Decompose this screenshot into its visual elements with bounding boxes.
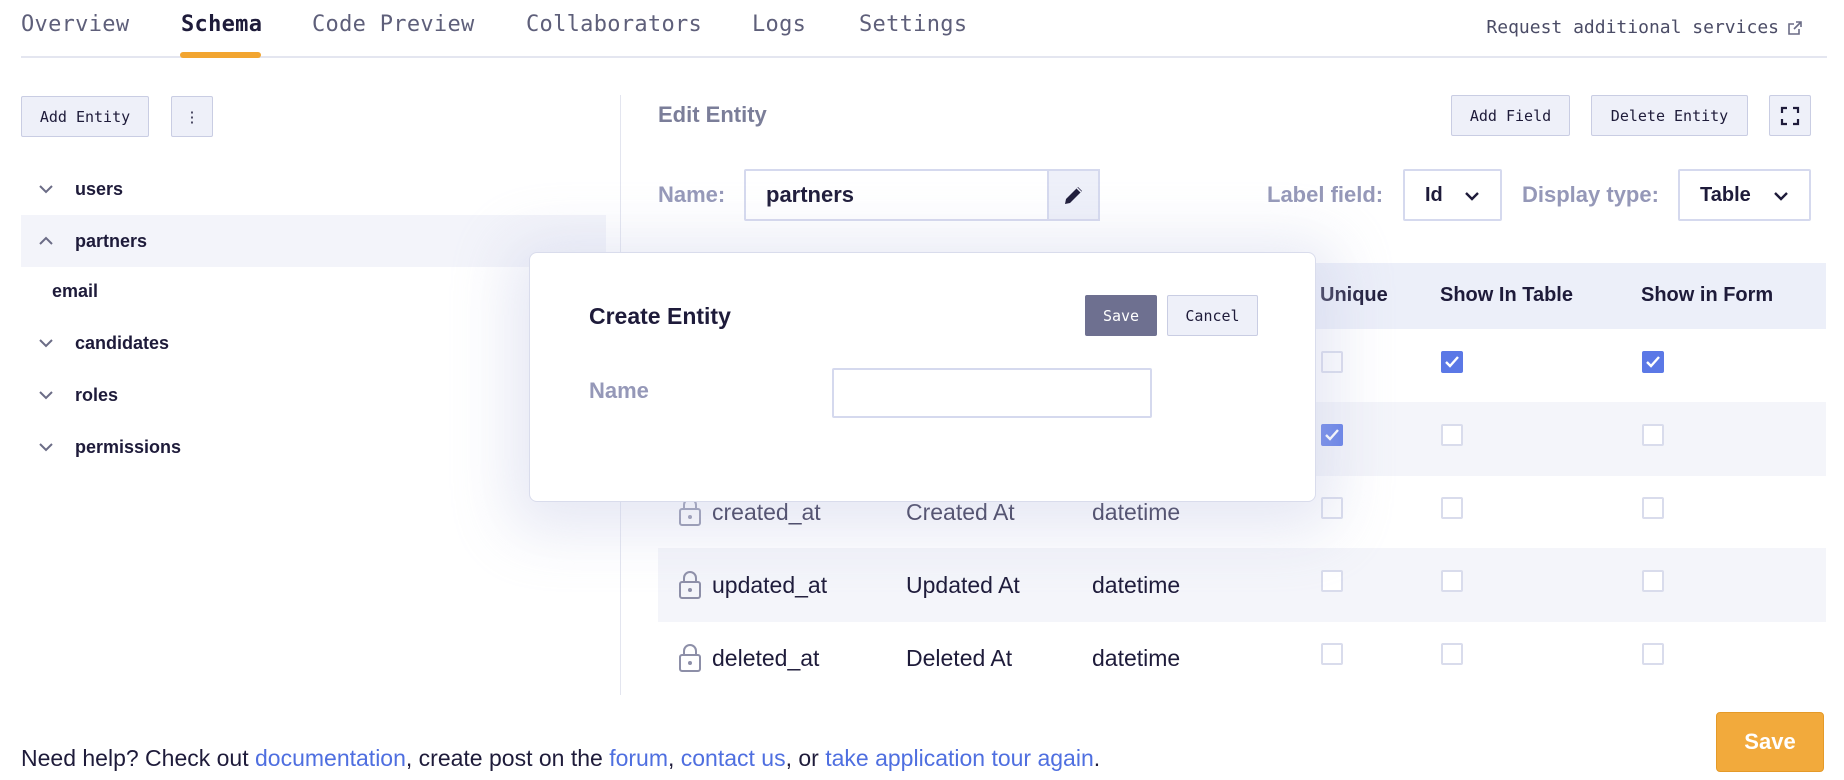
field-email[interactable]: email <box>52 281 98 302</box>
column-show-in-table: Show In Table <box>1440 284 1573 306</box>
show-in-table-checkbox[interactable] <box>1441 643 1463 665</box>
dialog-name-input[interactable] <box>832 368 1152 418</box>
column-unique: Unique <box>1320 284 1388 306</box>
tab-code-preview[interactable]: Code Preview <box>312 12 475 37</box>
show-in-form-checkbox[interactable] <box>1642 643 1664 665</box>
label-field-select[interactable]: Id <box>1403 169 1502 221</box>
help-sep: , create post on the <box>405 745 610 771</box>
lock-icon <box>679 571 701 599</box>
unique-checkbox[interactable] <box>1321 643 1343 665</box>
dialog-cancel-button[interactable]: Cancel <box>1167 295 1258 336</box>
help-text: Need help? Check out documentation, crea… <box>21 745 1100 772</box>
label-field-value: Id <box>1425 183 1443 206</box>
show-in-form-checkbox[interactable] <box>1642 497 1664 519</box>
tab-schema[interactable]: Schema <box>181 12 262 37</box>
request-services-link[interactable]: Request additional services <box>1486 17 1779 38</box>
field-type: datetime <box>1092 645 1181 671</box>
dialog-save-button[interactable]: Save <box>1085 295 1157 336</box>
entity-label: permissions <box>75 436 182 457</box>
entity-permissions[interactable]: permissions <box>21 421 606 473</box>
expand-icon <box>1780 106 1800 125</box>
chevron-down-icon <box>39 339 53 348</box>
lock-icon <box>679 644 701 672</box>
show-in-table-checkbox[interactable] <box>1441 424 1463 446</box>
help-sep: , <box>667 745 681 771</box>
delete-entity-button[interactable]: Delete Entity <box>1591 95 1748 136</box>
show-in-table-checkbox[interactable] <box>1441 570 1463 592</box>
check-icon <box>1646 356 1660 368</box>
unique-checkbox[interactable] <box>1321 351 1343 373</box>
save-button[interactable]: Save <box>1716 712 1824 772</box>
chevron-down-icon <box>39 185 53 194</box>
show-in-form-checkbox[interactable] <box>1642 570 1664 592</box>
entity-label: users <box>75 178 124 199</box>
label-field-label: Label field: <box>1267 182 1384 207</box>
pencil-icon <box>1064 187 1082 204</box>
name-label: Name: <box>658 182 726 207</box>
field-type: datetime <box>1092 499 1181 525</box>
expand-button[interactable] <box>1769 95 1811 136</box>
forum-link[interactable]: forum <box>609 745 668 771</box>
field-name: created_at <box>712 499 821 525</box>
field-type: datetime <box>1092 572 1181 598</box>
top-tab-bar: Overview Schema Code Preview Collaborato… <box>21 0 1827 58</box>
entity-candidates[interactable]: candidates <box>21 317 606 369</box>
tour-link[interactable]: take application tour again <box>825 745 1094 771</box>
field-label: Created At <box>906 499 1015 525</box>
add-entity-button[interactable]: Add Entity <box>21 96 149 137</box>
field-label: Deleted At <box>906 645 1013 671</box>
more-options-button[interactable]: ⋮ <box>171 96 213 137</box>
tab-collaborators[interactable]: Collaborators <box>526 12 702 37</box>
create-entity-dialog: Create Entity Save Cancel Name <box>529 252 1316 502</box>
show-in-form-checkbox[interactable] <box>1642 351 1664 373</box>
dialog-title: Create Entity <box>589 303 731 329</box>
tab-settings[interactable]: Settings <box>859 12 967 37</box>
entity-label: partners <box>75 230 148 251</box>
add-field-button[interactable]: Add Field <box>1451 95 1570 136</box>
documentation-link[interactable]: documentation <box>255 745 406 771</box>
dialog-name-label: Name <box>589 378 649 403</box>
chevron-down-icon <box>1465 192 1479 201</box>
chevron-down-icon <box>39 391 53 400</box>
entity-partners[interactable]: partners <box>21 215 606 267</box>
help-prefix: Need help? Check out <box>21 745 255 771</box>
tab-overview[interactable]: Overview <box>21 12 129 37</box>
entity-label: candidates <box>75 332 170 353</box>
display-type-label: Display type: <box>1522 182 1659 207</box>
external-link-icon[interactable] <box>1787 20 1803 36</box>
chevron-down-icon <box>1774 192 1788 201</box>
show-in-table-checkbox[interactable] <box>1441 351 1463 373</box>
tab-logs[interactable]: Logs <box>752 12 806 37</box>
edit-entity-title: Edit Entity <box>658 102 767 127</box>
chevron-up-icon <box>39 236 53 245</box>
column-show-in-form: Show in Form <box>1641 284 1774 306</box>
chevron-down-icon <box>39 443 53 452</box>
show-in-table-checkbox[interactable] <box>1441 497 1463 519</box>
display-type-select[interactable]: Table <box>1678 169 1811 221</box>
active-tab-indicator <box>180 52 261 58</box>
unique-checkbox[interactable] <box>1321 424 1343 446</box>
unique-checkbox[interactable] <box>1321 570 1343 592</box>
entity-users[interactable]: users <box>21 163 606 215</box>
entity-roles[interactable]: roles <box>21 369 606 421</box>
check-icon <box>1445 356 1459 368</box>
entity-label: roles <box>75 384 119 405</box>
contact-link[interactable]: contact us <box>681 745 786 771</box>
show-in-form-checkbox[interactable] <box>1642 424 1664 446</box>
display-type-value: Table <box>1700 183 1751 206</box>
help-sep: , or <box>785 745 826 771</box>
field-name: updated_at <box>712 572 828 598</box>
field-label: Updated At <box>906 572 1020 598</box>
unique-checkbox[interactable] <box>1321 497 1343 519</box>
field-name: deleted_at <box>712 645 820 671</box>
help-suffix: . <box>1093 745 1101 771</box>
check-icon <box>1325 429 1339 441</box>
edit-name-button[interactable] <box>1047 169 1100 221</box>
